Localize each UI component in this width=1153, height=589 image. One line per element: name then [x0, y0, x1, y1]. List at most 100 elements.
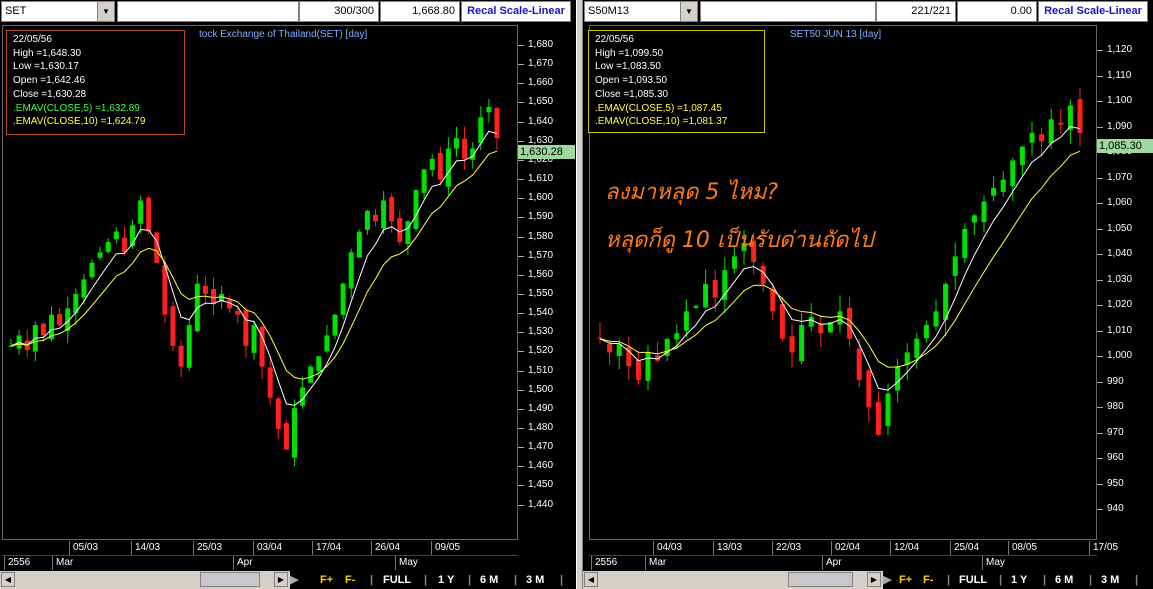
- scroll-right-icon[interactable]: ▶: [274, 572, 288, 587]
- y-tick: [518, 83, 524, 85]
- y-tick-label: 1,460: [528, 460, 554, 472]
- candle-body: [923, 325, 929, 339]
- y-tick-label: 1,660: [528, 77, 554, 89]
- left-count: 300/300: [299, 1, 379, 22]
- right-6m-button[interactable]: 6 M: [1055, 571, 1073, 589]
- right-3m-button[interactable]: 3 M: [1101, 571, 1119, 589]
- y-tick-label: 1,000: [1107, 350, 1133, 361]
- candle-body: [693, 305, 699, 308]
- left-info-low: Low =1,630.17: [13, 61, 79, 73]
- candle-body: [251, 325, 257, 354]
- candle-body: [1000, 179, 1006, 192]
- y-tick-label: 1,530: [528, 326, 554, 338]
- left-3m-button[interactable]: 3 M: [526, 571, 544, 589]
- y-tick: [1097, 101, 1103, 102]
- candle-body: [971, 215, 977, 223]
- right-last-value: 0.00: [957, 1, 1037, 22]
- candle-body: [413, 190, 419, 230]
- scroll-left-icon[interactable]: ◀: [584, 572, 598, 587]
- right-scrollbar[interactable]: ◀ ▶: [583, 571, 883, 589]
- y-tick-label: 1,040: [1107, 248, 1133, 259]
- right-full-button[interactable]: FULL: [959, 571, 987, 589]
- right-1y-button[interactable]: 1 Y: [1011, 571, 1027, 589]
- candle-body: [607, 344, 613, 353]
- x-tick-label: 22/03: [772, 541, 801, 555]
- left-6m-button[interactable]: 6 M: [480, 571, 498, 589]
- y-tick: [518, 64, 524, 66]
- y-tick-label: 1,520: [528, 345, 554, 357]
- left-recal-scale-button[interactable]: Recal Scale-Linear: [461, 1, 571, 22]
- scroll-left-icon[interactable]: ◀: [1, 572, 15, 587]
- candle-body: [178, 345, 184, 367]
- x-tick-label: 25/03: [193, 541, 222, 555]
- left-chart-title: tock Exchange of Thailand(SET) [day]: [199, 29, 368, 40]
- y-tick-label: 1,610: [528, 173, 554, 185]
- y-tick: [1097, 407, 1103, 408]
- x-month-label: Mar: [645, 556, 666, 570]
- y-tick-label: 1,650: [528, 96, 554, 108]
- x-tick-label: 12/04: [890, 541, 919, 555]
- candle-body: [292, 408, 297, 458]
- y-tick-label: 990: [1107, 375, 1124, 387]
- y-tick-label: 1,480: [528, 422, 554, 433]
- y-tick-label: 1,090: [1107, 120, 1133, 132]
- scroll-right-icon[interactable]: ▶: [867, 572, 881, 587]
- right-chart-title: SET50 JUN 13 [day]: [790, 29, 882, 40]
- chevron-down-icon[interactable]: ▼: [680, 2, 697, 21]
- right-symbol-select[interactable]: S50M13 ▼: [584, 1, 698, 22]
- candle-body: [437, 153, 443, 180]
- candle-body: [478, 117, 484, 144]
- candle-body: [397, 218, 403, 242]
- left-scrollbar[interactable]: ◀ ▶: [0, 571, 290, 589]
- candle-body: [89, 262, 95, 278]
- y-tick: [1097, 356, 1103, 357]
- candle-body: [1010, 160, 1016, 187]
- candle-body: [121, 237, 127, 253]
- y-tick: [518, 140, 524, 142]
- y-tick: [1097, 483, 1103, 485]
- x-tick-label: 08/05: [1008, 541, 1037, 555]
- left-info-high: High =1,648.30: [13, 47, 82, 59]
- right-recal-scale-button[interactable]: Recal Scale-Linear: [1038, 1, 1148, 22]
- y-tick: [518, 236, 524, 238]
- right-font-minus-button[interactable]: F-: [923, 571, 933, 589]
- candle-body: [57, 314, 63, 326]
- left-info-open: Open =1,642.46: [13, 75, 86, 87]
- y-tick-label: 1,570: [528, 249, 554, 261]
- candle-body: [283, 423, 289, 450]
- candle-body: [645, 352, 651, 381]
- candle-body: [186, 325, 192, 368]
- candle-body: [235, 310, 241, 315]
- panel-splitter[interactable]: [576, 0, 583, 589]
- candle-body: [875, 402, 881, 435]
- y-tick-label: 1,510: [528, 364, 554, 376]
- left-1y-button[interactable]: 1 Y: [438, 571, 454, 589]
- y-tick: [518, 485, 524, 487]
- candle-body: [703, 283, 709, 308]
- left-symbol-select[interactable]: SET ▼: [1, 1, 115, 22]
- candle-body: [170, 306, 176, 346]
- right-scroll-thumb[interactable]: [788, 572, 853, 587]
- chevron-down-icon[interactable]: ▼: [97, 2, 114, 21]
- current-price-label: 1,085.30: [1097, 139, 1153, 153]
- left-font-plus-button[interactable]: F+: [320, 571, 333, 589]
- candle-body: [1048, 119, 1054, 144]
- y-tick-label: 1,100: [1107, 95, 1133, 106]
- left-full-button[interactable]: FULL: [383, 571, 411, 589]
- left-font-minus-button[interactable]: F-: [345, 571, 355, 589]
- x-tick-label: 25/04: [950, 541, 979, 555]
- left-toolbar: SET ▼ 300/300 1,668.80 Recal Scale-Linea…: [0, 0, 576, 25]
- y-tick: [1097, 279, 1103, 281]
- candle-body: [494, 108, 500, 139]
- left-x-axis-months: 2556 Mar Apr May: [2, 556, 518, 570]
- x-tick-label: 09/05: [431, 541, 460, 555]
- candle-body: [243, 310, 249, 346]
- left-info-date: 22/05/56: [13, 34, 52, 45]
- y-tick-label: 1,470: [528, 441, 554, 453]
- candle-body: [674, 333, 680, 340]
- candle-body: [138, 200, 144, 224]
- right-font-plus-button[interactable]: F+: [899, 571, 912, 589]
- y-tick-label: 1,560: [528, 268, 554, 280]
- left-scroll-thumb[interactable]: [200, 572, 260, 587]
- right-chart-panel: S50M13 ▼ 221/221 0.00 Recal Scale-Linear…: [583, 0, 1153, 589]
